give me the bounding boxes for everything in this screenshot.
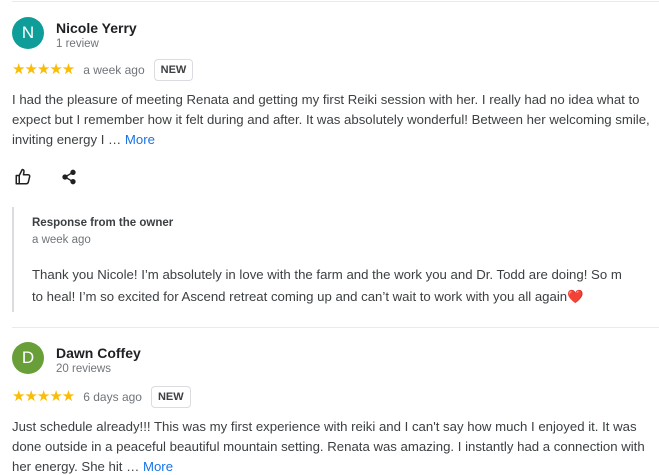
share-icon: [62, 169, 76, 185]
new-badge: NEW: [150, 386, 191, 408]
review-actions: [12, 166, 80, 188]
star-rating: ★★★★★: [12, 61, 75, 78]
owner-response: Response from the owner a week ago Thank…: [12, 207, 659, 312]
reviews-panel: N Nicole Yerry 1 review ★★★★★ a week ago…: [0, 0, 659, 475]
reviewer-name[interactable]: Nicole Yerry: [56, 20, 137, 36]
thumbs-up-icon: [15, 168, 31, 185]
reviewer-name[interactable]: Dawn Coffey: [56, 345, 141, 361]
more-link[interactable]: More: [125, 132, 155, 147]
review-meta: ★★★★★ a week ago NEW: [12, 59, 194, 81]
avatar[interactable]: D: [12, 342, 44, 374]
star-rating: ★★★★★: [12, 388, 75, 405]
owner-response-title: Response from the owner: [32, 217, 174, 229]
owner-response-date: a week ago: [32, 234, 91, 246]
review-text: Just schedule already!!! This was my fir…: [12, 419, 645, 474]
new-badge: NEW: [153, 59, 194, 81]
owner-response-text: Thank you Nicole! I’m absolutely in love…: [32, 264, 659, 308]
review-text-container: Just schedule already!!! This was my fir…: [12, 417, 652, 475]
reviewer-review-count: 1 review: [56, 38, 99, 50]
more-link[interactable]: More: [143, 459, 173, 474]
owner-response-line: Thank you Nicole! I’m absolutely in love…: [32, 267, 622, 282]
share-button[interactable]: [58, 166, 80, 188]
owner-response-line: to heal! I’m so excited for Ascend retre…: [32, 289, 584, 304]
review-text: I had the pleasure of meeting Renata and…: [12, 92, 650, 147]
avatar[interactable]: N: [12, 17, 44, 49]
review-meta: ★★★★★ 6 days ago NEW: [12, 386, 191, 408]
review-date: a week ago: [83, 63, 145, 77]
review-date: 6 days ago: [83, 390, 142, 404]
review-divider: [12, 327, 659, 328]
review-text-container: I had the pleasure of meeting Renata and…: [12, 90, 652, 150]
reviewer-review-count: 20 reviews: [56, 363, 111, 375]
top-divider: [12, 1, 659, 2]
like-button[interactable]: [12, 166, 34, 188]
